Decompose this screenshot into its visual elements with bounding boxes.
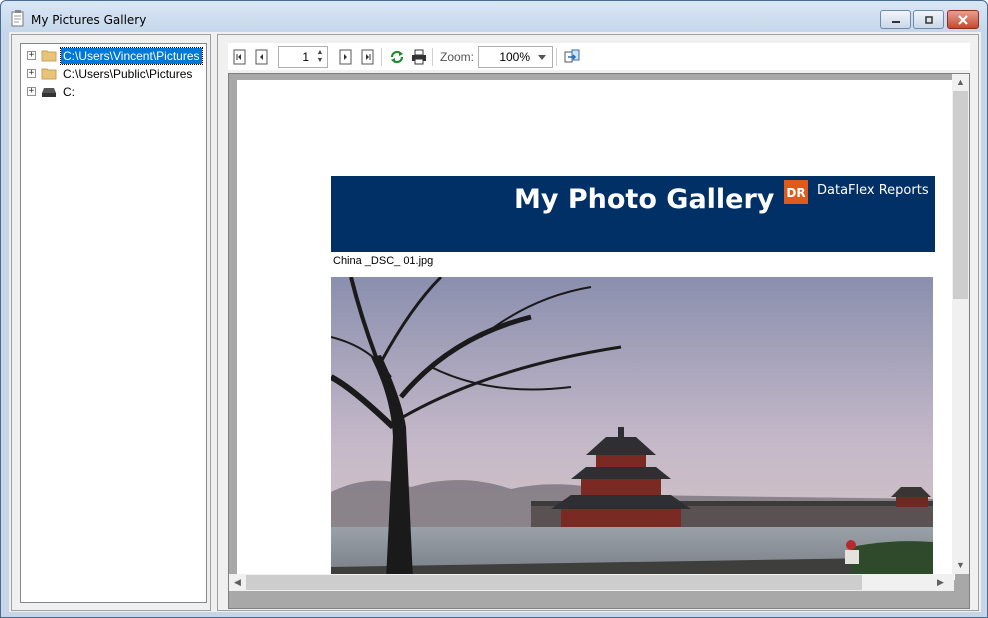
toolbar-separator — [381, 47, 382, 66]
scroll-down-icon[interactable]: ▼ — [952, 557, 969, 574]
zoom-label: Zoom: — [440, 49, 475, 64]
minimize-button[interactable] — [880, 10, 911, 29]
brand-logo-text: DR — [786, 186, 805, 200]
horizontal-scrollbar[interactable]: ◀ ▶ — [229, 574, 954, 591]
first-page-icon — [233, 49, 246, 64]
first-page-button[interactable] — [230, 47, 250, 67]
drive-icon — [42, 88, 56, 97]
scroll-left-icon[interactable]: ◀ — [229, 574, 246, 591]
print-button[interactable] — [409, 47, 429, 67]
previous-page-button[interactable] — [252, 47, 272, 67]
restore-icon — [924, 15, 933, 24]
next-page-button[interactable] — [336, 47, 356, 67]
export-button[interactable] — [562, 47, 582, 67]
last-page-icon — [361, 49, 374, 64]
report-preview-pane: 1 ▲ ▼ Zoom: 100% My Photo Gallery DR Dat… — [217, 34, 979, 611]
page-number-input[interactable]: 1 ▲ ▼ — [278, 45, 328, 68]
maximize-button[interactable] — [913, 10, 944, 29]
horizontal-scroll-thumb[interactable] — [246, 575, 862, 590]
refresh-button[interactable] — [387, 47, 407, 67]
close-button[interactable] — [947, 10, 979, 29]
tree-item-public-pictures[interactable]: + C:\Users\Public\Pictures — [27, 65, 194, 82]
page-spinner[interactable]: ▲ ▼ — [316, 49, 324, 65]
scroll-right-icon[interactable]: ▶ — [932, 574, 949, 591]
vertical-scrollbar[interactable]: ▲ ▼ — [952, 74, 969, 574]
export-icon — [564, 49, 580, 62]
preview-toolbar: 1 ▲ ▼ Zoom: 100% — [228, 43, 970, 70]
app-window: My Pictures Gallery + C:\Users\Vincent\P… — [0, 0, 988, 618]
client-area: + C:\Users\Vincent\Pictures + C:\Users\P… — [9, 32, 981, 612]
tree-item-vincent-pictures[interactable]: + C:\Users\Vincent\Pictures — [27, 46, 203, 65]
minimize-icon — [891, 20, 900, 23]
last-page-button[interactable] — [358, 47, 378, 67]
previous-page-icon — [255, 49, 268, 64]
scroll-up-icon[interactable]: ▲ — [952, 74, 969, 91]
report-banner: My Photo Gallery DR DataFlex Reports — [331, 176, 935, 252]
dataflex-logo-icon: DR — [784, 180, 808, 204]
zoom-select[interactable]: 100% — [478, 45, 554, 68]
expand-icon[interactable]: + — [27, 87, 36, 96]
report-page: My Photo Gallery DR DataFlex Reports Chi… — [237, 80, 955, 580]
folder-icon — [41, 50, 57, 62]
next-page-icon — [339, 49, 352, 64]
printer-icon — [412, 49, 426, 64]
close-icon — [958, 14, 968, 25]
refresh-icon — [390, 50, 404, 63]
notepad-document-icon — [11, 10, 24, 27]
zoom-value: 100% — [499, 49, 531, 64]
toolbar-separator — [432, 47, 433, 66]
page-number-value: 1 — [302, 49, 309, 64]
folder-panel: + C:\Users\Vincent\Pictures + C:\Users\P… — [11, 34, 211, 611]
chevron-down-icon — [538, 54, 547, 60]
vertical-scroll-thumb[interactable] — [953, 91, 968, 299]
photo-filename: China _DSC_ 01.jpg — [333, 255, 434, 267]
tree-item-label[interactable]: C:\Users\Vincent\Pictures — [60, 46, 203, 65]
report-viewer[interactable]: My Photo Gallery DR DataFlex Reports Chi… — [228, 73, 970, 609]
folder-icon — [41, 68, 57, 80]
brand-name: DataFlex Reports — [817, 183, 929, 198]
tree-item-drive-c[interactable]: + C: — [27, 83, 77, 100]
report-title: My Photo Gallery — [514, 184, 775, 215]
window-title: My Pictures Gallery — [31, 13, 147, 27]
tree-item-label[interactable]: C:\Users\Public\Pictures — [61, 66, 194, 82]
tree-item-label[interactable]: C: — [61, 84, 77, 100]
folder-tree[interactable]: + C:\Users\Vincent\Pictures + C:\Users\P… — [20, 43, 207, 603]
expand-icon[interactable]: + — [27, 69, 36, 78]
photo-forbidden-city — [331, 277, 933, 580]
toolbar-separator — [556, 47, 558, 66]
expand-icon[interactable]: + — [27, 51, 36, 60]
